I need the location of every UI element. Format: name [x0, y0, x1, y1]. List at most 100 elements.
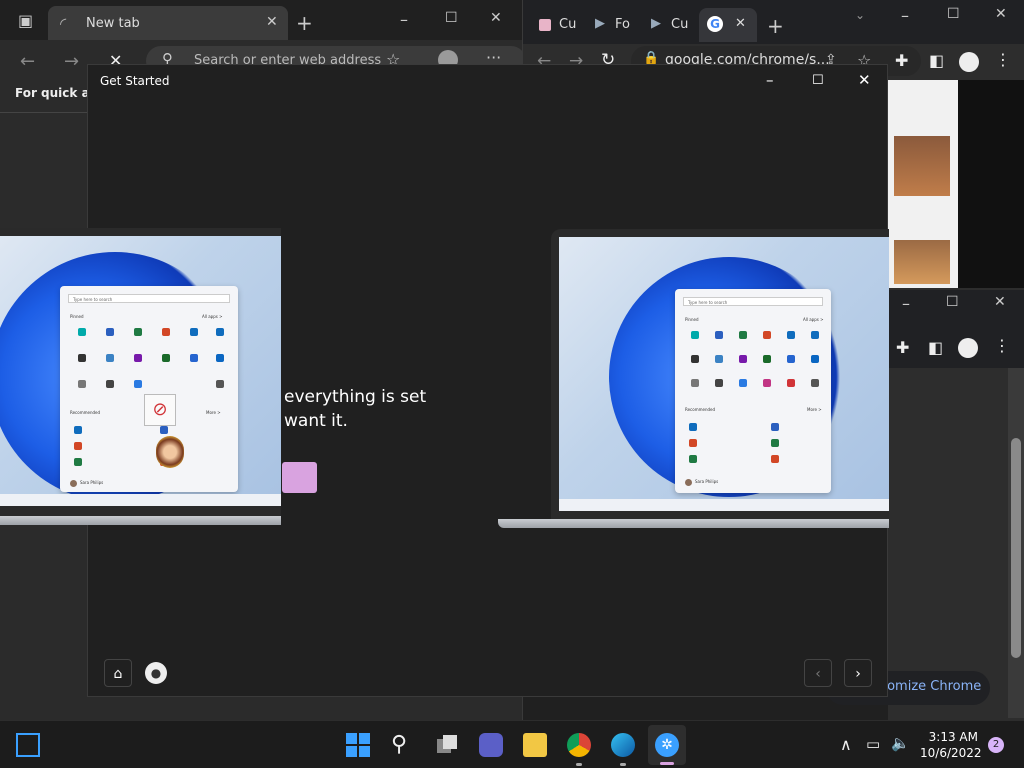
more-options-icon[interactable]: ⋮: [995, 50, 1011, 69]
scrollbar[interactable]: [1008, 368, 1024, 718]
preview-image: [894, 136, 950, 196]
movies-app-icon: [787, 379, 795, 387]
maximize-icon[interactable]: ☐: [946, 294, 959, 310]
welcome-line-1: everything is set: [284, 387, 427, 407]
minimize-icon[interactable]: –: [766, 71, 774, 89]
file-explorer-icon[interactable]: [523, 733, 547, 757]
profile-avatar[interactable]: [959, 52, 979, 72]
recommended-item-icon: [160, 426, 168, 434]
search-icon[interactable]: ⚲: [391, 733, 415, 757]
side-panel-icon[interactable]: ◧: [929, 51, 944, 70]
volume-icon[interactable]: 🔈: [891, 734, 910, 752]
running-indicator: [620, 763, 626, 766]
calculator-app-icon: [715, 379, 723, 387]
new-tab-icon[interactable]: +: [296, 11, 313, 35]
close-icon[interactable]: ✕: [858, 71, 871, 89]
chrome-tab-1[interactable]: Cu: [531, 8, 583, 42]
start-search-box: Type here to search: [683, 297, 823, 306]
cursor-favicon-icon: ▶: [595, 16, 605, 31]
solitaire-app-icon: [763, 355, 771, 363]
excel-app-icon: [134, 328, 142, 336]
tab-search-icon[interactable]: ⌄: [855, 8, 865, 22]
minimize-icon[interactable]: –: [901, 6, 909, 25]
settings-app-icon: [78, 380, 86, 388]
blocked-icon: ⊘: [144, 394, 176, 426]
next-button[interactable]: ›: [844, 659, 872, 687]
maximize-icon[interactable]: ☐: [947, 6, 960, 22]
notification-badge[interactable]: 2: [988, 737, 1004, 753]
onenote-app-icon: [739, 355, 747, 363]
extensions-icon[interactable]: ✚: [896, 338, 909, 357]
chrome-taskbar-icon[interactable]: [567, 733, 591, 757]
close-icon[interactable]: ✕: [490, 10, 502, 26]
recommended-item-icon: [771, 455, 779, 463]
teams-chat-icon[interactable]: [479, 733, 503, 757]
tab-actions-icon[interactable]: ▣: [18, 11, 33, 30]
todo-app-icon: [787, 355, 795, 363]
more-options-icon[interactable]: ⋮: [994, 336, 1010, 355]
minimize-icon[interactable]: –: [400, 10, 408, 29]
side-panel-icon[interactable]: ◧: [928, 338, 943, 357]
scrollbar-thumb[interactable]: [1011, 438, 1021, 658]
more-label: More >: [807, 407, 822, 412]
minimize-icon[interactable]: –: [902, 294, 910, 313]
store-app-icon: [78, 354, 86, 362]
widgets-icon[interactable]: [16, 733, 40, 757]
edge-app-icon: [691, 331, 699, 339]
welcome-line-2: want it.: [284, 411, 348, 431]
running-indicator: [576, 763, 582, 766]
previous-button[interactable]: ‹: [804, 659, 832, 687]
maximize-icon[interactable]: ☐: [812, 73, 824, 88]
windows-taskbar: ⚲ ✲ ∧ ▭ 🔈 3:13 AM 10/6/2022 2: [0, 720, 1024, 768]
dark-area: [958, 80, 1024, 288]
profile-avatar[interactable]: [958, 338, 978, 358]
chrome-tab-2-title: Fo: [615, 17, 630, 32]
extensions-icon[interactable]: ✚: [895, 51, 908, 70]
edge-tab-title: New tab: [86, 16, 140, 31]
preview-image: [894, 240, 950, 284]
continue-button[interactable]: [282, 462, 317, 493]
recommended-label: Recommended: [70, 410, 101, 415]
solitaire-app-icon: [162, 354, 170, 362]
laptop-base: [0, 516, 281, 525]
chrome-tab-1-title: Cu: [559, 17, 577, 32]
clock[interactable]: 3:13 AM 10/6/2022: [920, 729, 982, 761]
edge-taskbar-icon[interactable]: [611, 733, 635, 757]
task-view-icon[interactable]: [435, 733, 459, 757]
maximize-icon[interactable]: ☐: [445, 10, 458, 26]
user-name: Sara Philips: [80, 480, 104, 485]
recommended-item-icon: [74, 442, 82, 450]
whiteboard-app-icon: [739, 379, 747, 387]
start-menu: Type here to search Pinned All apps > Re…: [675, 289, 831, 493]
get-started-taskbar-button[interactable]: ✲: [648, 725, 686, 765]
google-favicon-icon: G: [707, 16, 723, 32]
close-icon[interactable]: ✕: [994, 294, 1006, 310]
calendar-app-icon: [811, 331, 819, 339]
user-avatar: [685, 479, 692, 486]
recommended-item-icon: [771, 439, 779, 447]
chrome-window-side: – ☐ ✕ ✚ ◧ ⋮: [888, 290, 1024, 720]
more-label: More >: [206, 410, 221, 415]
recommended-item-icon: [689, 423, 697, 431]
chrome-tab-3[interactable]: ▶ Cu: [643, 8, 695, 42]
forward-icon[interactable]: →: [64, 51, 79, 72]
chrome-tab-2[interactable]: ▶ Fo: [587, 8, 639, 42]
network-icon[interactable]: ▭: [866, 735, 880, 753]
user-name: Sara Philips: [695, 479, 719, 484]
back-icon[interactable]: ←: [20, 51, 35, 72]
word-app-icon: [106, 328, 114, 336]
close-tab-icon[interactable]: ✕: [266, 14, 278, 30]
laptop-taskbar: [559, 499, 889, 511]
home-button[interactable]: ⌂: [104, 659, 132, 687]
account-icon[interactable]: ●: [145, 662, 167, 684]
recommended-item-icon: [771, 423, 779, 431]
new-tab-icon[interactable]: +: [767, 14, 784, 38]
chrome-tab-google[interactable]: G ✕: [699, 8, 757, 42]
edge-tab-new-tab[interactable]: ◜ New tab ✕: [48, 6, 288, 40]
close-icon[interactable]: ✕: [995, 6, 1007, 22]
start-button[interactable]: [346, 733, 370, 757]
show-hidden-icons-icon[interactable]: ∧: [840, 735, 852, 754]
photos-app-icon: [715, 355, 723, 363]
loading-icon: ◜: [60, 14, 67, 33]
close-tab-icon[interactable]: ✕: [735, 16, 746, 31]
